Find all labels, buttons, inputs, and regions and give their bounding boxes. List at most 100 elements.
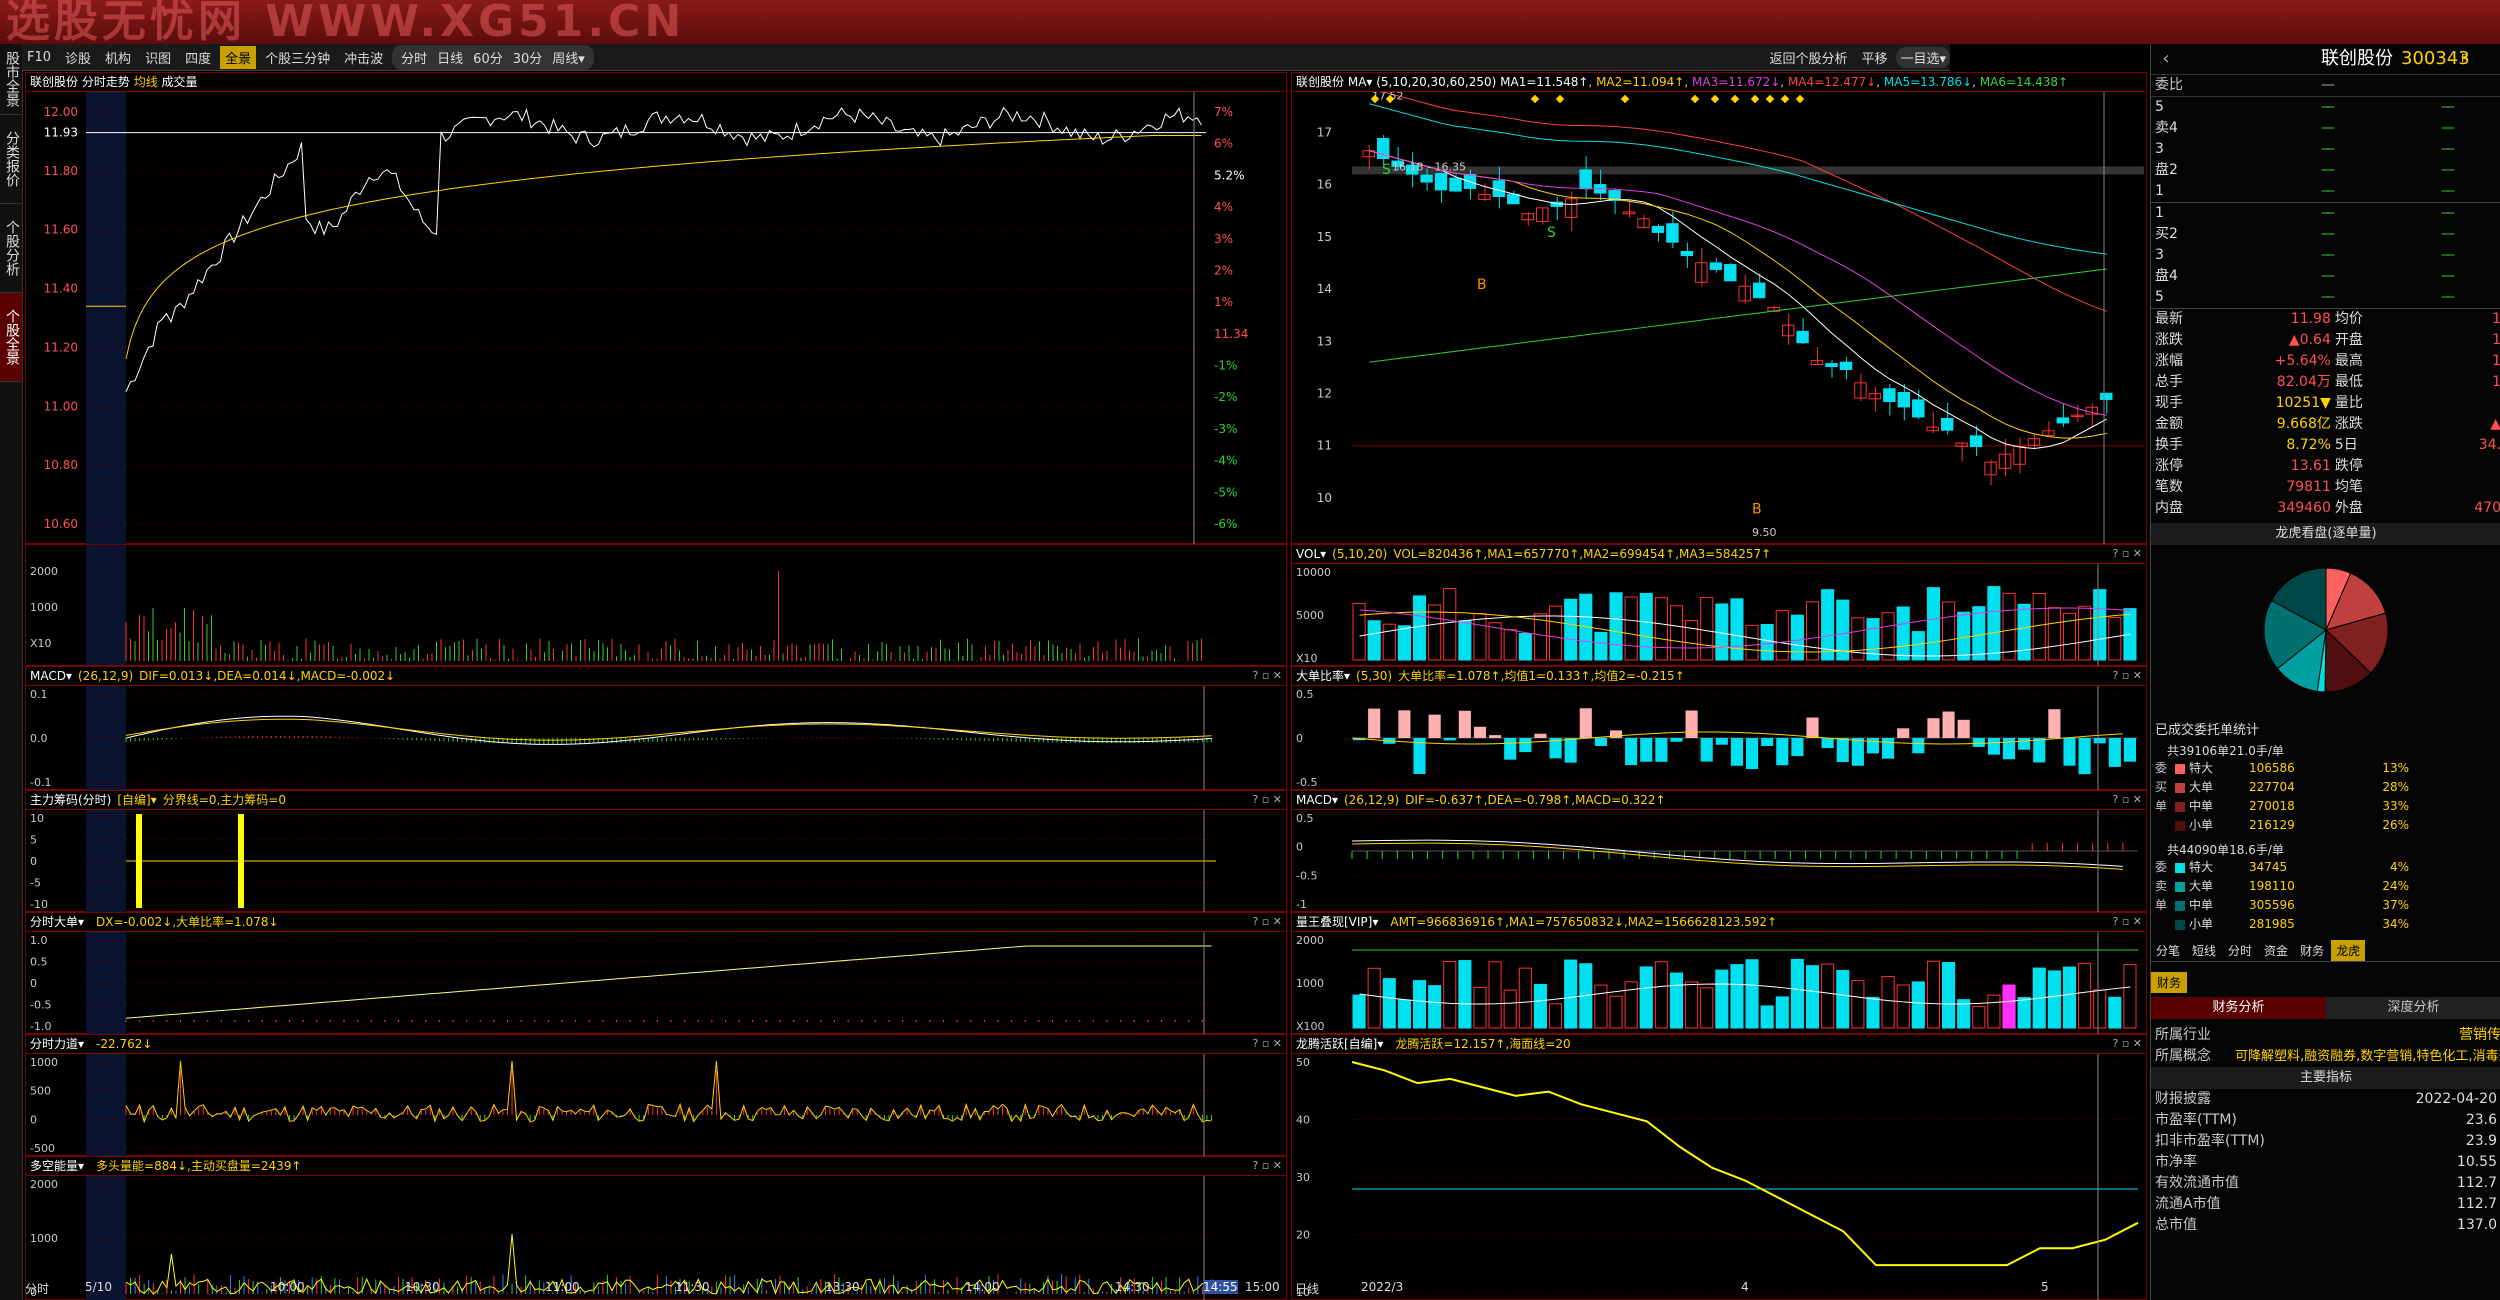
tab-stock-panorama[interactable]: 个股全景 [0, 293, 22, 382]
indicator-name[interactable]: 多空能量▾ [30, 1159, 84, 1173]
sidebar-tab[interactable]: 分时 [2223, 940, 2257, 961]
time-tick-label: 14:30 [1115, 1280, 1150, 1294]
panel-controls-icon[interactable]: ? ▫ ✕ [1252, 913, 1282, 931]
tab-finance-analysis[interactable]: 财务分析 [2151, 997, 2326, 1019]
right-indicator-chart[interactable]: 0.5 0 -0.5 [1292, 686, 2146, 790]
indicator-name[interactable]: 主力筹码(分时) [30, 793, 111, 807]
buy-level-row[interactable]: 盘4 — — [2151, 266, 2500, 287]
axis-tick-label: 0.5 [30, 956, 48, 969]
buy-level-row[interactable]: 1 — — [2151, 203, 2500, 224]
toolbar-shockwave[interactable]: 冲击波 [339, 46, 388, 69]
right-indicator-chart[interactable]: 10000 5000 X10 [1292, 564, 2146, 666]
tab-market-overview[interactable]: 股市全景 [0, 44, 22, 115]
indicator-name[interactable]: 龙腾活跃[自编]▾ [1296, 1037, 1383, 1051]
intraday-price-chart[interactable]: 12.00 11.93 11.80 11.60 11.40 11.20 11.00 10.80… [26, 92, 1286, 544]
toolbar-four-degree[interactable]: 四度 [180, 46, 216, 69]
chip-bar [238, 814, 244, 908]
left-indicator-chart[interactable]: 10 5 0 -5 -10 [26, 810, 1286, 912]
tab-intraday-trend[interactable]: 分时走势 [82, 75, 130, 89]
tab-stock-analysis[interactable]: 个股分析 [0, 204, 22, 293]
candle-body [1940, 417, 1954, 431]
sell-level-row[interactable]: 盘2 — — [2151, 160, 2500, 181]
panel-controls-icon[interactable]: ? ▫ ✕ [2112, 1035, 2142, 1053]
left-indicator-chart[interactable]: 0.1 0.0 -0.1 [26, 686, 1286, 790]
period-weekly[interactable]: 周线▾ [547, 46, 590, 69]
indicator-name[interactable]: VOL▾ [1296, 547, 1326, 561]
panel-controls-icon[interactable]: ? ▫ ✕ [1252, 1157, 1282, 1175]
sidebar-tab[interactable]: 短线 [2187, 940, 2221, 961]
right-indicator-chart[interactable]: 2000 1000 X100 [1292, 932, 2146, 1034]
sell-level-row[interactable]: 1 — — [2151, 181, 2500, 202]
left-indicator-chart[interactable]: 1.0 0.5 0 -0.5 -1.0 [26, 932, 1286, 1034]
sidebar-tab[interactable]: 龙虎 [2331, 940, 2366, 961]
tab-category-quote[interactable]: 分类报价 [0, 115, 22, 204]
back-arrow-icon[interactable]: ‹ [2151, 44, 2181, 74]
right-indicator-chart[interactable]: 5040302010 [1292, 1054, 2146, 1300]
indicator-name[interactable]: MACD▾ [1296, 793, 1338, 807]
volume-bar [1851, 617, 1865, 661]
sidebar-tab[interactable]: 资金 [2259, 940, 2293, 961]
ma-selector[interactable]: MA▾ (5,10,20,30,60,250) [1348, 75, 1496, 89]
period-30min[interactable]: 30分 [508, 46, 548, 69]
buy-level-row[interactable]: 3 — — [2151, 245, 2500, 266]
panel-controls-icon[interactable]: ? ▫ ✕ [1252, 667, 1282, 685]
indicator-values: 分界线=0,主力筹码=0 [162, 793, 286, 807]
candle-body [1492, 180, 1506, 197]
stat-size-label: 小单 [2189, 818, 2214, 832]
toolbar-institution[interactable]: 机构 [100, 46, 136, 69]
pan-button[interactable]: 平移 [1856, 46, 1892, 69]
toolbar-diagnose[interactable]: 诊股 [60, 46, 96, 69]
ichimoku-dropdown[interactable]: 一目选▾ [1896, 46, 1950, 68]
finance-value: 10.55 [2456, 1154, 2497, 1170]
indicator-name[interactable]: MACD▾ [30, 669, 72, 683]
intraday-volume-chart[interactable]: 2000 1000 X10 [26, 545, 1286, 665]
volume-bar [1397, 625, 1411, 661]
indicator-name[interactable]: 分时大单▾ [30, 915, 84, 929]
sell-level-row[interactable]: 5 — — [2151, 97, 2500, 118]
panel-controls-icon[interactable]: ? ▫ ✕ [1252, 1035, 1282, 1053]
tab-finance[interactable]: 财务 [2151, 972, 2188, 993]
indicator-name[interactable]: 大单比率▾ [1296, 669, 1350, 683]
sell-level-row[interactable]: 卖4 — — [2151, 118, 2500, 139]
tab-deep-analysis[interactable]: 深度分析 [2326, 997, 2500, 1019]
sidebar-tab[interactable]: 财务 [2295, 940, 2329, 961]
kline-candlestick-chart[interactable]: 171615141312111017.5216.18 - 16.359.50SS… [1292, 92, 2146, 544]
toolbar-f10[interactable]: F10 [22, 48, 56, 67]
buy-level-row[interactable]: 5 — — [2151, 287, 2500, 308]
toolbar-panorama[interactable]: 全景 [220, 45, 257, 69]
tab-volume[interactable]: 成交量 [162, 75, 198, 89]
panel-controls-icon[interactable]: ? ▫ ✕ [1252, 791, 1282, 809]
sidebar-tab[interactable]: 分笔 [2151, 940, 2185, 961]
toolbar-three-minute[interactable]: 个股三分钟 [260, 46, 335, 69]
tab-average-line[interactable]: 均线 [134, 75, 158, 89]
left-indicator-chart[interactable]: 1000 500 0 -500 [26, 1054, 1286, 1156]
ratio-bar [1851, 738, 1864, 766]
stat-volume: 305596 [2249, 898, 2295, 912]
buy-level-cell: — [2441, 247, 2455, 263]
candle-body [1651, 225, 1665, 233]
period-intraday[interactable]: 分时 [396, 46, 432, 69]
quote-row: 金额 9.668亿 涨跌 ▲ [2151, 414, 2500, 435]
indicator-name[interactable]: 量王叠现[VIP]▾ [1296, 915, 1378, 929]
axis-tick-label: 1000 [30, 1056, 58, 1069]
buy-level-row[interactable]: 买2 — — [2151, 224, 2500, 245]
period-60min[interactable]: 60分 [468, 46, 508, 69]
indicator-values: -22.762↓ [96, 1037, 153, 1051]
period-daily[interactable]: 日线 [432, 46, 468, 69]
panel-controls-icon[interactable]: ? ▫ ✕ [2112, 791, 2142, 809]
panel-controls-icon[interactable]: ? ▫ ✕ [2112, 913, 2142, 931]
panel-controls-icon[interactable]: ? ▫ ✕ [2112, 667, 2142, 685]
back-to-analysis-button[interactable]: 返回个股分析 [1764, 46, 1852, 69]
ratio-bar [1368, 708, 1381, 738]
ratio-bar [1458, 710, 1471, 738]
quote-cell: 11.98 [2290, 311, 2331, 327]
sell-level-row[interactable]: 3 — — [2151, 139, 2500, 160]
panel-controls-icon[interactable]: ? ▫ ✕ [2112, 545, 2142, 563]
indicator-name[interactable]: 分时力道▾ [30, 1037, 84, 1051]
sell-level-cell: — [2441, 141, 2455, 157]
indicator-values: DIF=-0.637↑,DEA=-0.798↑,MACD=0.322↑ [1405, 793, 1666, 807]
volume-bar [2032, 592, 2046, 661]
weibi-value: — [2321, 77, 2335, 93]
right-indicator-chart[interactable]: 0.5 0 -0.5 -1 [1292, 810, 2146, 912]
toolbar-pattern[interactable]: 识图 [140, 46, 176, 69]
